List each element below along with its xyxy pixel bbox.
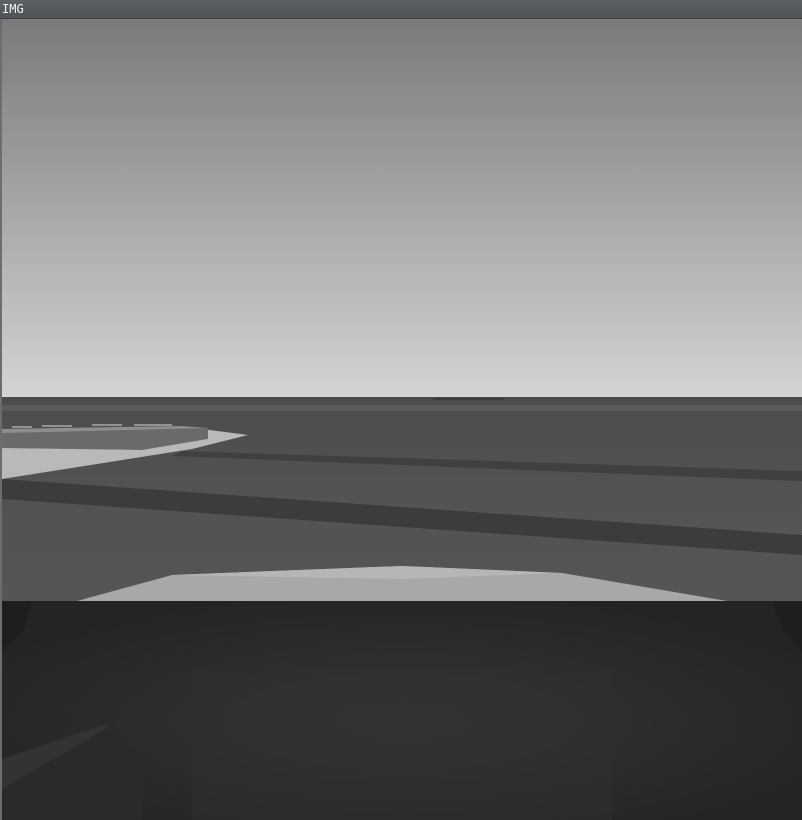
camera-frame <box>2 19 802 820</box>
far-shoulder <box>2 405 802 411</box>
window-titlebar[interactable]: IMG <box>0 0 802 19</box>
camera-viewport <box>2 19 802 820</box>
simulator-window: IMG <box>0 0 802 820</box>
dashboard-center-shade <box>192 669 612 820</box>
window-title: IMG <box>2 2 24 16</box>
sky <box>2 19 802 399</box>
